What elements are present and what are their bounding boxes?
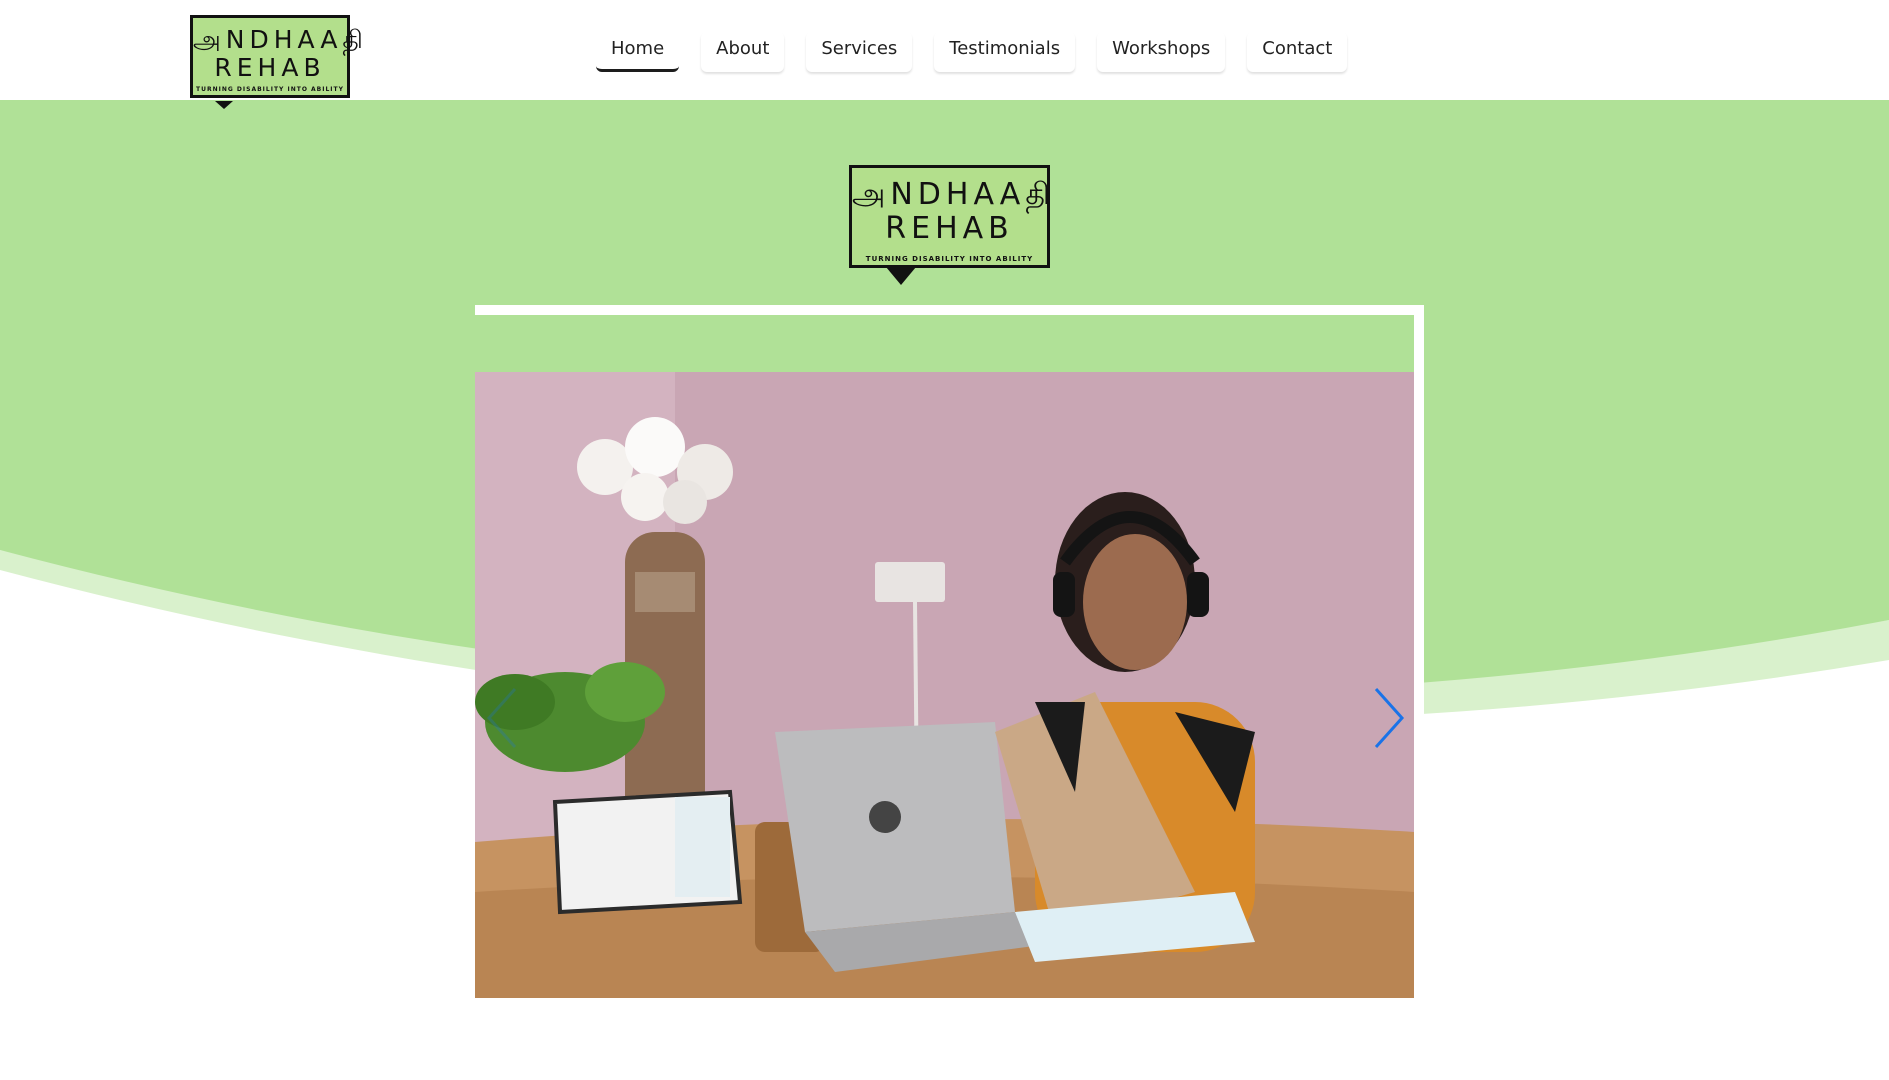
slider-top-band — [475, 315, 1414, 372]
logo-line-1: அNDHAAதி — [193, 25, 368, 54]
hero-logo-line-2: REHAB — [885, 211, 1014, 246]
nav-workshops[interactable]: Workshops — [1097, 32, 1226, 72]
nav-testimonials[interactable]: Testimonials — [934, 32, 1076, 72]
chevron-right-icon — [1374, 687, 1405, 749]
nav-services[interactable]: Services — [806, 32, 913, 72]
hero-logo: அNDHAAதி REHAB TURNING DISABILITY INTO A… — [849, 165, 1055, 285]
nav-contact[interactable]: Contact — [1247, 32, 1348, 72]
logo-tagline: TURNING DISABILITY INTO ABILITY — [196, 86, 344, 93]
slider-next-button[interactable] — [1368, 685, 1408, 751]
chevron-left-icon — [486, 687, 517, 749]
logo-speech-tail — [215, 101, 233, 109]
hero-logo-tagline: TURNING DISABILITY INTO ABILITY — [865, 255, 1034, 263]
main-nav: Home About Services Testimonials Worksho… — [596, 32, 1369, 72]
logo-line-2: REHAB — [214, 53, 326, 82]
site-header: அNDHAAதி REHAB TURNING DISABILITY INTO A… — [0, 0, 1889, 109]
nav-home[interactable]: Home — [596, 32, 680, 72]
slide-illustration — [475, 372, 1414, 998]
nav-about[interactable]: About — [701, 32, 785, 72]
slide-image — [475, 372, 1414, 998]
hero-slider — [475, 305, 1424, 1080]
hero-logo-speech-tail — [886, 267, 916, 285]
header-logo[interactable]: அNDHAAதி REHAB TURNING DISABILITY INTO A… — [190, 15, 368, 109]
slider-prev-button[interactable] — [483, 685, 523, 751]
hero-logo-line-1: அNDHAAதி — [852, 177, 1055, 212]
